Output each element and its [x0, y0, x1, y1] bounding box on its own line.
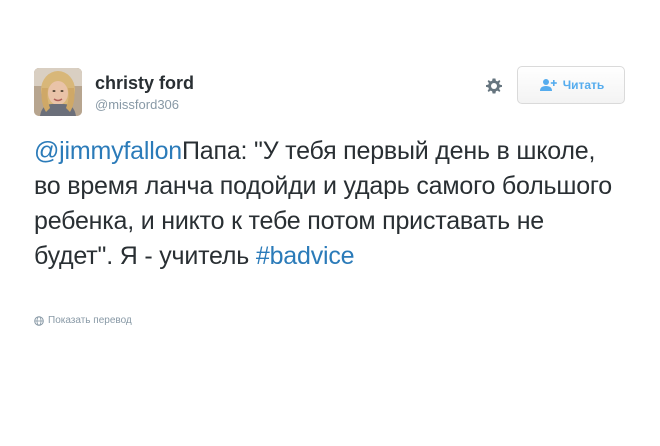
- tweet-text: @jimmyfallonПапа: "У тебя первый день в …: [34, 134, 614, 274]
- mention-link[interactable]: @jimmyfallon: [34, 137, 182, 165]
- hashtag-link[interactable]: #badvice: [256, 242, 355, 270]
- gear-icon[interactable]: [482, 74, 506, 98]
- display-name[interactable]: christy ford: [95, 73, 194, 94]
- translate-link[interactable]: Показать перевод: [34, 315, 132, 326]
- follow-button-label: Читать: [562, 78, 605, 92]
- screen-name[interactable]: @missford306: [95, 97, 179, 112]
- translate-label: Показать перевод: [48, 315, 132, 326]
- follow-button[interactable]: Читать: [517, 66, 625, 104]
- avatar[interactable]: [34, 68, 82, 116]
- tweet-card: christy ford @missford306 Читать @jimmyf…: [0, 0, 660, 446]
- add-user-icon: [538, 78, 558, 92]
- user-avatar-photo: [34, 68, 82, 116]
- globe-icon: [34, 315, 44, 326]
